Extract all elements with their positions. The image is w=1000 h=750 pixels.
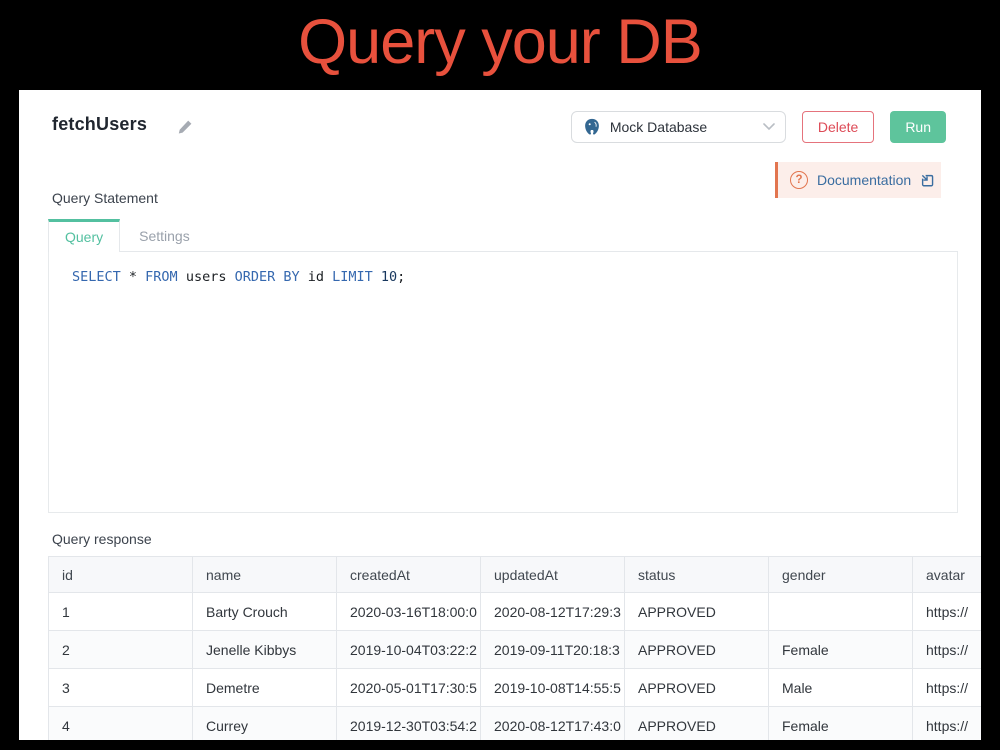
sql-code-line: SELECT * FROM users ORDER BY id LIMIT 10… [49,252,957,285]
cell-id: 2 [49,631,193,669]
cell-createdAt: 2019-12-30T03:54:2 [337,707,481,741]
help-circle-icon: ? [790,171,808,189]
query-name: fetchUsers [52,114,147,135]
query-statement-label: Query Statement [52,190,158,206]
column-header[interactable]: gender [769,557,913,593]
column-header[interactable]: status [625,557,769,593]
open-docs-icon [920,173,935,188]
table-row[interactable]: 4 Currey 2019-12-30T03:54:2 2020-08-12T1… [49,707,982,741]
cell-updatedAt: 2020-08-12T17:29:3 [481,593,625,631]
query-tabbar: Query Settings [48,220,958,252]
sql-token: LIMIT [332,269,373,285]
query-editor-panel: fetchUsers Mock Database Delete Run [19,90,981,740]
delete-button[interactable]: Delete [802,111,874,143]
cell-status: APPROVED [625,593,769,631]
query-response-label: Query response [52,531,152,547]
run-button[interactable]: Run [890,111,946,143]
postgres-icon [582,117,602,137]
cell-gender: Male [769,669,913,707]
column-header[interactable]: createdAt [337,557,481,593]
database-select[interactable]: Mock Database [571,111,786,143]
cell-updatedAt: 2019-10-08T14:55:5 [481,669,625,707]
sql-token: ORDER BY [235,269,300,285]
table-row[interactable]: 3 Demetre 2020-05-01T17:30:5 2019-10-08T… [49,669,982,707]
cell-createdAt: 2020-05-01T17:30:5 [337,669,481,707]
response-table-wrap: id name createdAt updatedAt status gende… [48,556,981,740]
response-table: id name createdAt updatedAt status gende… [48,556,981,740]
sql-editor[interactable]: SELECT * FROM users ORDER BY id LIMIT 10… [48,252,958,513]
tab-query[interactable]: Query [48,219,120,252]
documentation-link[interactable]: ? Documentation [775,162,941,198]
cell-id: 4 [49,707,193,741]
table-row[interactable]: 2 Jenelle Kibbys 2019-10-04T03:22:2 2019… [49,631,982,669]
cell-updatedAt: 2020-08-12T17:43:0 [481,707,625,741]
cell-updatedAt: 2019-09-11T20:18:3 [481,631,625,669]
column-header[interactable]: updatedAt [481,557,625,593]
edit-pencil-icon[interactable] [177,119,193,135]
page-title: Query your DB [0,6,1000,78]
cell-createdAt: 2020-03-16T18:00:0 [337,593,481,631]
sql-token: ; [397,269,405,285]
cell-id: 3 [49,669,193,707]
documentation-label: Documentation [817,172,911,188]
tab-settings[interactable]: Settings [120,221,209,251]
cell-avatar: https:// [913,631,982,669]
cell-avatar: https:// [913,593,982,631]
column-header[interactable]: name [193,557,337,593]
table-row[interactable]: 1 Barty Crouch 2020-03-16T18:00:0 2020-0… [49,593,982,631]
header-controls: Mock Database Delete Run [571,111,946,143]
cell-avatar: https:// [913,669,982,707]
cell-id: 1 [49,593,193,631]
cell-status: APPROVED [625,707,769,741]
cell-name: Jenelle Kibbys [193,631,337,669]
cell-avatar: https:// [913,707,982,741]
cell-gender [769,593,913,631]
sql-token: id [300,269,333,285]
cell-createdAt: 2019-10-04T03:22:2 [337,631,481,669]
sql-token: SELECT [72,269,121,285]
column-header[interactable]: id [49,557,193,593]
sql-token: 10 [373,269,397,285]
table-header-row: id name createdAt updatedAt status gende… [49,557,982,593]
chevron-down-icon [763,123,775,131]
column-header[interactable]: avatar [913,557,982,593]
cell-gender: Female [769,631,913,669]
cell-status: APPROVED [625,631,769,669]
cell-status: APPROVED [625,669,769,707]
sql-token: FROM [145,269,178,285]
cell-gender: Female [769,707,913,741]
sql-token: users [178,269,235,285]
database-select-value: Mock Database [610,119,755,135]
cell-name: Demetre [193,669,337,707]
sql-token: * [121,269,145,285]
cell-name: Currey [193,707,337,741]
cell-name: Barty Crouch [193,593,337,631]
